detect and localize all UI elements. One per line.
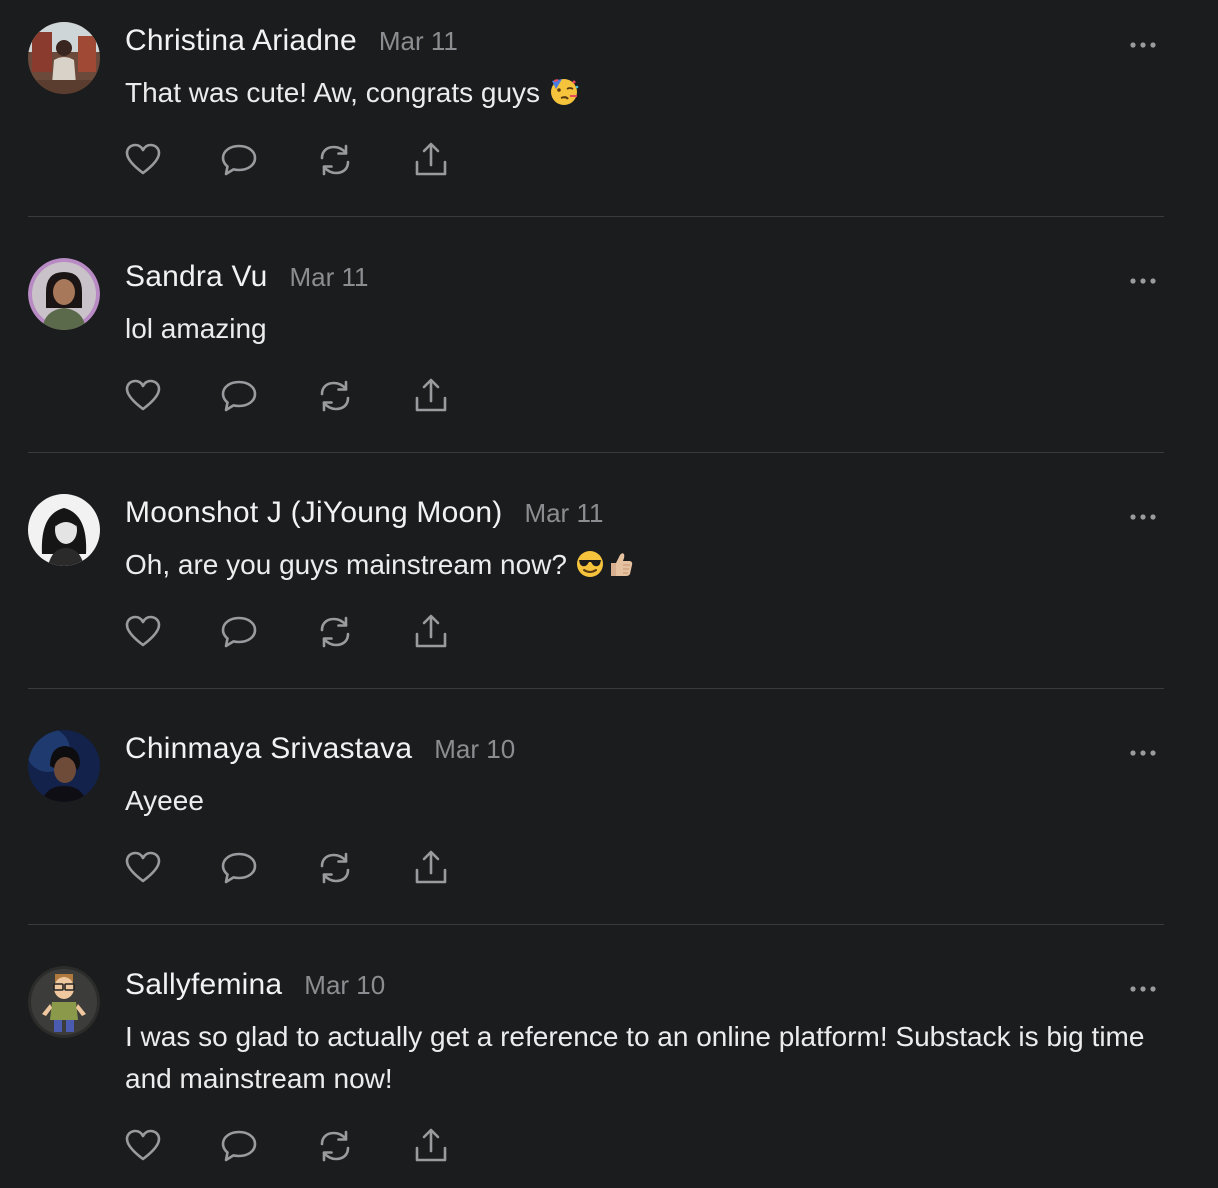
heart-icon[interactable] bbox=[123, 140, 163, 180]
divider bbox=[28, 688, 1164, 689]
more-options-icon[interactable] bbox=[1130, 744, 1156, 756]
comment-text: lol amazing bbox=[125, 313, 267, 344]
author-name[interactable]: Chinmaya Srivastava bbox=[125, 732, 412, 766]
reply-icon[interactable] bbox=[219, 376, 259, 416]
reply-icon[interactable] bbox=[219, 1126, 259, 1166]
avatar[interactable] bbox=[28, 258, 100, 330]
reply-icon[interactable] bbox=[219, 848, 259, 888]
more-options-icon[interactable] bbox=[1130, 508, 1156, 520]
share-icon[interactable] bbox=[411, 848, 451, 888]
restack-icon[interactable] bbox=[315, 612, 355, 652]
comment-text: Ayeee bbox=[125, 785, 204, 816]
heart-icon[interactable] bbox=[123, 848, 163, 888]
comment: Christina Ariadne Mar 11 That was cute! … bbox=[28, 22, 1164, 217]
restack-icon[interactable] bbox=[315, 1126, 355, 1166]
share-icon[interactable] bbox=[411, 612, 451, 652]
divider bbox=[28, 924, 1164, 925]
more-options-icon[interactable] bbox=[1130, 272, 1156, 284]
avatar[interactable] bbox=[28, 494, 100, 566]
more-options-icon[interactable] bbox=[1130, 36, 1156, 48]
comment-header: Christina Ariadne Mar 11 bbox=[125, 24, 458, 58]
comment-date[interactable]: Mar 10 bbox=[434, 734, 515, 765]
comment-body: Ayeee bbox=[125, 780, 1155, 822]
comment-body: I was so glad to actually get a referenc… bbox=[125, 1016, 1155, 1100]
comment-text: I was so glad to actually get a referenc… bbox=[125, 1021, 1145, 1094]
heart-icon[interactable] bbox=[123, 376, 163, 416]
divider bbox=[28, 216, 1164, 217]
sunglasses-face-emoji bbox=[575, 549, 605, 591]
comment-date[interactable]: Mar 11 bbox=[524, 498, 603, 529]
heart-icon[interactable] bbox=[123, 1126, 163, 1166]
comment-body: Oh, are you guys mainstream now? bbox=[125, 544, 1155, 591]
comment-header: Chinmaya Srivastava Mar 10 bbox=[125, 732, 515, 766]
author-name[interactable]: Sallyfemina bbox=[125, 968, 282, 1002]
comment-header: Sandra Vu Mar 11 bbox=[125, 260, 368, 294]
share-icon[interactable] bbox=[411, 140, 451, 180]
comment: Chinmaya Srivastava Mar 10 Ayeee bbox=[28, 730, 1164, 925]
comment-header: Sallyfemina Mar 10 bbox=[125, 968, 385, 1002]
restack-icon[interactable] bbox=[315, 376, 355, 416]
comment: Sallyfemina Mar 10 I was so glad to actu… bbox=[28, 966, 1164, 1186]
restack-icon[interactable] bbox=[315, 848, 355, 888]
comment-text: Oh, are you guys mainstream now? bbox=[125, 549, 567, 580]
comment: Sandra Vu Mar 11 lol amazing bbox=[28, 258, 1164, 453]
comment-date[interactable]: Mar 10 bbox=[304, 970, 385, 1001]
author-name[interactable]: Moonshot J (JiYoung Moon) bbox=[125, 496, 502, 530]
partying-face-emoji bbox=[548, 75, 580, 119]
avatar[interactable] bbox=[28, 22, 100, 94]
comment-body: That was cute! Aw, congrats guys bbox=[125, 72, 1155, 119]
share-icon[interactable] bbox=[411, 1126, 451, 1166]
reply-icon[interactable] bbox=[219, 140, 259, 180]
comment-feed: Christina Ariadne Mar 11 That was cute! … bbox=[0, 0, 1218, 1188]
comment-date[interactable]: Mar 11 bbox=[289, 262, 368, 293]
more-options-icon[interactable] bbox=[1130, 980, 1156, 992]
comment-date[interactable]: Mar 11 bbox=[379, 26, 458, 57]
thumbs-up-emoji bbox=[605, 549, 635, 591]
author-name[interactable]: Sandra Vu bbox=[125, 260, 267, 294]
heart-icon[interactable] bbox=[123, 612, 163, 652]
comment-text: That was cute! Aw, congrats guys bbox=[125, 77, 541, 108]
comment: Moonshot J (JiYoung Moon) Mar 11 Oh, are… bbox=[28, 494, 1164, 689]
restack-icon[interactable] bbox=[315, 140, 355, 180]
reply-icon[interactable] bbox=[219, 612, 259, 652]
divider bbox=[28, 452, 1164, 453]
author-name[interactable]: Christina Ariadne bbox=[125, 24, 357, 58]
comment-body: lol amazing bbox=[125, 308, 1155, 350]
share-icon[interactable] bbox=[411, 376, 451, 416]
avatar[interactable] bbox=[28, 966, 100, 1038]
avatar[interactable] bbox=[28, 730, 100, 802]
comment-header: Moonshot J (JiYoung Moon) Mar 11 bbox=[125, 496, 603, 530]
